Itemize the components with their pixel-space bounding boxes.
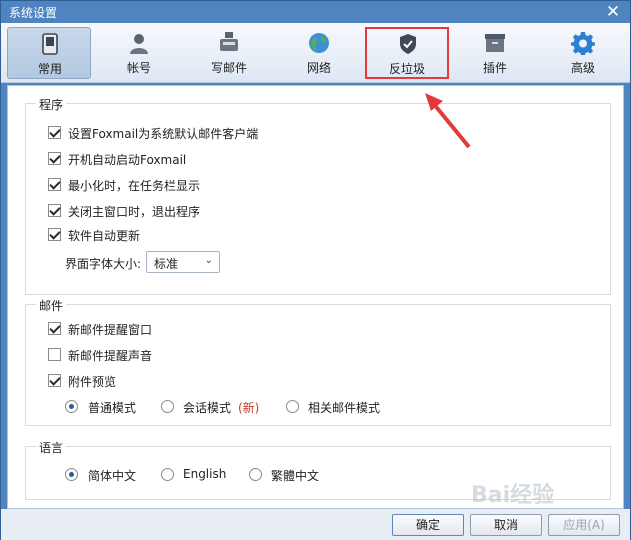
close-icon[interactable]: ✕ — [604, 2, 622, 22]
box-icon — [485, 34, 505, 52]
user-icon — [130, 34, 148, 54]
tab-general-label: 常用 — [37, 62, 62, 76]
shield-icon — [400, 34, 416, 54]
radio-conversation-mode[interactable] — [161, 400, 174, 413]
annotation-arrow — [425, 93, 471, 149]
option-label: 附件预览 — [68, 375, 117, 389]
radio-related-mode[interactable] — [286, 400, 299, 413]
radio-simplified-chinese[interactable] — [65, 468, 78, 481]
dialog-footer: 确定 取消 应用(A) — [1, 509, 630, 540]
option-label: 最小化时，在任务栏显示 — [68, 179, 201, 193]
tab-account[interactable]: 帐号 — [97, 27, 181, 79]
language-option-label: 繁體中文 — [271, 469, 320, 483]
option-label: 关闭主窗口时，退出程序 — [68, 205, 201, 219]
compose-icon — [220, 32, 238, 51]
checkbox[interactable] — [48, 126, 61, 139]
tab-account-label: 帐号 — [126, 61, 151, 75]
ok-button[interactable]: 确定 — [392, 514, 464, 536]
checkbox[interactable] — [48, 374, 61, 387]
option-label: 新邮件提醒声音 — [68, 349, 153, 363]
font-size-label: 界面字体大小: — [65, 257, 142, 271]
checkbox[interactable] — [48, 348, 61, 361]
font-size-select[interactable]: 标准 ⌄ — [146, 251, 220, 273]
tab-plugins-label: 插件 — [482, 61, 507, 75]
tab-advanced[interactable]: 高级 — [541, 27, 625, 79]
option-label: 新邮件提醒窗口 — [68, 323, 153, 337]
program-group-title: 程序 — [36, 96, 67, 113]
option-label: 开机自动启动Foxmail — [68, 153, 187, 167]
related-mode-label: 相关邮件模式 — [308, 401, 381, 415]
checkbox[interactable] — [48, 178, 61, 191]
radio-traditional-chinese[interactable] — [249, 468, 262, 481]
chevron-down-icon: ⌄ — [204, 255, 213, 266]
font-size-value: 标准 — [154, 257, 179, 271]
tab-advanced-label: 高级 — [570, 61, 595, 75]
gear-icon — [571, 32, 595, 55]
checkbox[interactable] — [48, 322, 61, 335]
tab-antispam[interactable]: 反垃圾 — [365, 27, 449, 79]
watermark: Bai经验 — [471, 483, 555, 508]
radio-normal-mode[interactable] — [65, 400, 78, 413]
conversation-mode-label: 会话模式 — [183, 401, 232, 415]
tab-antispam-label: 反垃圾 — [388, 62, 425, 76]
language-option-label: 简体中文 — [88, 469, 137, 483]
checkbox[interactable] — [48, 204, 61, 217]
settings-panel: 程序 设置Foxmail为系统默认邮件客户端 开机自动启动Foxmail 最小化… — [7, 85, 624, 509]
tab-network-label: 网络 — [306, 61, 331, 75]
title-bar: 系统设置 ✕ — [1, 1, 630, 23]
tab-network[interactable]: 网络 — [277, 27, 361, 79]
radio-english[interactable] — [161, 468, 174, 481]
normal-mode-label: 普通模式 — [88, 401, 137, 415]
language-option-label: English — [183, 467, 227, 481]
cancel-button[interactable]: 取消 — [470, 514, 542, 536]
apply-button[interactable]: 应用(A) — [548, 514, 620, 536]
new-badge: (新) — [238, 401, 260, 415]
phone-icon — [42, 33, 58, 55]
settings-window: 系统设置 ✕ 常用 帐号 写邮件 网络 反垃圾 插件 高级 程序 设置Foxma… — [0, 0, 631, 540]
tab-compose-label: 写邮件 — [210, 61, 247, 75]
option-label: 软件自动更新 — [68, 229, 141, 243]
globe-icon — [309, 33, 329, 53]
option-label: 设置Foxmail为系统默认邮件客户端 — [68, 127, 259, 141]
tab-plugins[interactable]: 插件 — [453, 27, 537, 79]
window-title: 系统设置 — [9, 6, 58, 20]
language-group-title: 语言 — [36, 439, 67, 456]
checkbox[interactable] — [48, 152, 61, 165]
tab-compose[interactable]: 写邮件 — [187, 27, 271, 79]
tab-general[interactable]: 常用 — [7, 27, 91, 79]
checkbox[interactable] — [48, 228, 61, 241]
mail-group-title: 邮件 — [36, 297, 67, 314]
settings-toolbar: 常用 帐号 写邮件 网络 反垃圾 插件 高级 — [1, 23, 630, 83]
